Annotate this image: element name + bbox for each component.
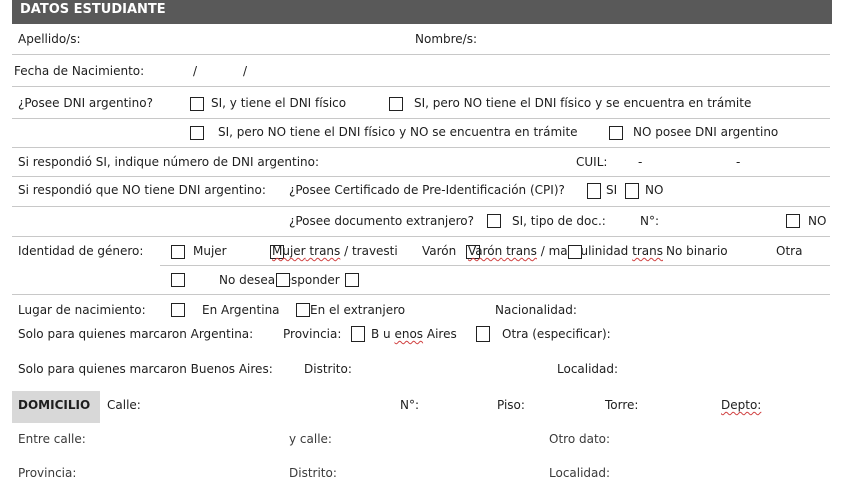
apellido-label: Apellido/s: [18, 32, 81, 46]
dni-number-label: Si respondió SI, indique número de DNI a… [18, 155, 320, 169]
distrito-label: Distrito: [304, 362, 352, 376]
genero-otra-checkbox[interactable] [171, 273, 185, 287]
extranjero-si-tipo-label: SI, tipo de doc.: [512, 214, 606, 228]
dni-opt1-checkbox[interactable] [190, 97, 204, 111]
extranjero-question: ¿Posee documento extranjero? [289, 214, 475, 228]
cpi-no-checkbox[interactable] [625, 183, 639, 199]
section-header: DATOS ESTUDIANTE [12, 0, 832, 24]
cuil-dash: - [638, 155, 643, 169]
cpi-question: ¿Posee Certificado de Pre-Identificación… [289, 183, 565, 197]
genero-mujer-trans-label: Mujer trans / travesti [272, 244, 398, 258]
y-calle-label: y calle: [289, 432, 332, 446]
no-responder-checkbox-2[interactable] [345, 273, 359, 287]
nacionalidad-label: Nacionalidad: [495, 303, 577, 317]
provincia-ba-checkbox[interactable] [351, 326, 365, 342]
dni-opt3-checkbox[interactable] [190, 126, 204, 140]
divider [12, 294, 830, 295]
divider [160, 265, 830, 266]
calle-label: Calle: [107, 398, 141, 412]
nacimiento-extranjero-checkbox[interactable] [296, 303, 310, 317]
genero-varon-trans-label: Varón trans / masculinidad trans [468, 244, 663, 258]
nacimiento-extranjero-label: En el extranjero [310, 303, 406, 317]
distrito-domicilio-label: Distrito: [289, 466, 337, 480]
dni-opt4-label: NO posee DNI argentino [633, 125, 779, 139]
domicilio-label: DOMICILIO [18, 398, 91, 412]
no-responder-checkbox[interactable] [276, 273, 290, 287]
provincia-ba-label: B u enos Aires [371, 327, 457, 341]
nacimiento-argentina-checkbox[interactable] [171, 303, 185, 317]
genero-varon-label: Varón [422, 244, 457, 258]
nacimiento-argentina-label: En Argentina [202, 303, 280, 317]
nacimiento-label: Lugar de nacimiento: [18, 303, 146, 317]
genero-no-binario-label: No binario [666, 244, 728, 258]
provincia-label: Provincia: [283, 327, 342, 341]
provincia-otra-label: Otra (especificar): [502, 327, 611, 341]
provincia-section-label: Solo para quienes marcaron Argentina: [18, 327, 254, 341]
cpi-label: Si respondió que NO tiene DNI argentino: [18, 183, 266, 197]
dni-question: ¿Posee DNI argentino? [18, 96, 153, 110]
torre-label: Torre: [605, 398, 639, 412]
dni-opt4-checkbox[interactable] [609, 126, 623, 140]
cuil-dash: - [736, 155, 741, 169]
genero-label: Identidad de género: [18, 244, 144, 258]
divider [12, 147, 830, 148]
fecha-nacimiento-label: Fecha de Nacimiento: [14, 64, 145, 78]
divider [12, 54, 830, 55]
provincia-domicilio-label: Provincia: [18, 466, 77, 480]
entre-calle-label: Entre calle: [18, 432, 86, 446]
divider [12, 118, 830, 119]
cuil-label: CUIL: [576, 155, 608, 169]
divider [12, 236, 830, 237]
dni-opt3-label: SI, pero NO tiene el DNI físico y NO se … [218, 125, 578, 139]
piso-label: Piso: [497, 398, 525, 412]
dni-opt1-label: SI, y tiene el DNI físico [211, 96, 347, 110]
cpi-si-label: SI [606, 183, 618, 197]
extranjero-no-label: NO [808, 214, 827, 228]
divider [12, 176, 830, 177]
dni-opt2-checkbox[interactable] [389, 97, 403, 111]
section-title: DATOS ESTUDIANTE [20, 2, 166, 17]
provincia-otra-checkbox[interactable] [476, 326, 490, 342]
localidad-label: Localidad: [557, 362, 619, 376]
cpi-si-checkbox[interactable] [587, 183, 601, 199]
date-separator: / [193, 64, 198, 78]
genero-mujer-label: Mujer [193, 244, 227, 258]
extranjero-no-checkbox[interactable] [786, 214, 800, 228]
localidad-domicilio-label: Localidad: [549, 466, 611, 480]
genero-no-binario-checkbox[interactable] [568, 245, 582, 259]
genero-otra-label: Otra [776, 244, 803, 258]
nombre-label: Nombre/s: [415, 32, 478, 46]
divider [12, 206, 830, 207]
date-separator: / [243, 64, 248, 78]
buenos-aires-section-label: Solo para quienes marcaron Buenos Aires: [18, 362, 273, 376]
divider [12, 86, 830, 87]
extranjero-numero-label: N°: [640, 214, 660, 228]
extranjero-si-checkbox[interactable] [487, 214, 501, 228]
dni-opt2-label: SI, pero NO tiene el DNI físico y se enc… [414, 96, 752, 110]
genero-mujer-checkbox[interactable] [171, 245, 185, 259]
cpi-no-label: NO [645, 183, 664, 197]
numero-label: N°: [400, 398, 420, 412]
otro-dato-label: Otro dato: [549, 432, 611, 446]
depto-label: Depto: [721, 398, 762, 412]
